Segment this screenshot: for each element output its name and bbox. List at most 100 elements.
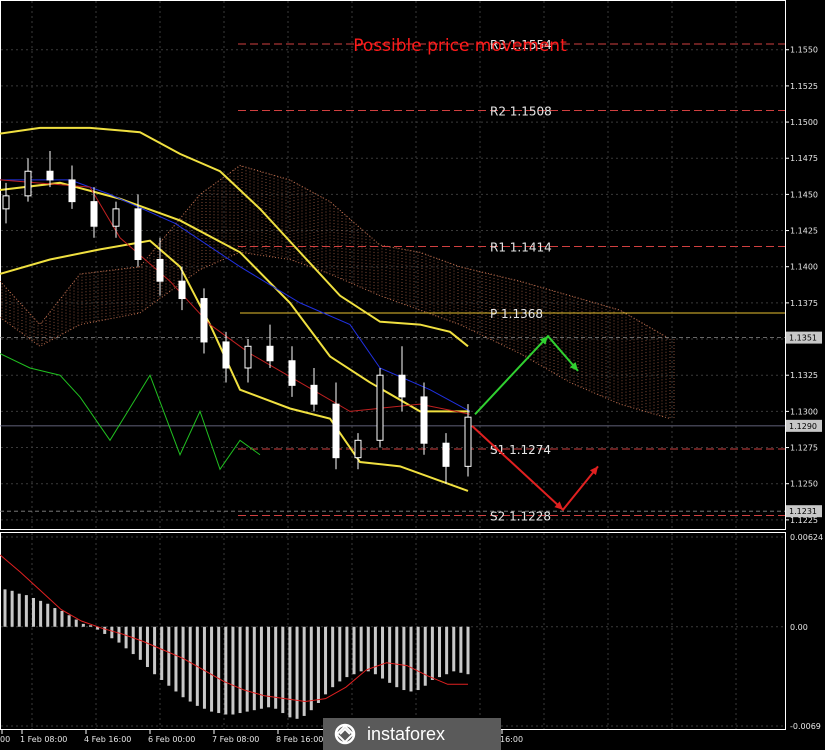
macd-bar [210, 626, 214, 712]
price-tick-label: 1.1500 [790, 118, 818, 127]
macd-bar [324, 626, 328, 695]
macd-bar [245, 626, 249, 712]
macd-bar [452, 626, 456, 672]
price-tick-label: 1.1475 [790, 154, 818, 163]
macd-bar [430, 626, 434, 680]
time-tick-label: 6 Feb 00:00 [148, 735, 195, 744]
macd-bar [131, 626, 135, 655]
macd-bar [274, 626, 278, 709]
price-tick-label: 1.1225 [790, 516, 818, 525]
bollinger-lower-line [0, 239, 469, 492]
price-tag-label: 1.1351 [789, 334, 817, 343]
macd-bar [10, 590, 14, 627]
macd-bar [110, 626, 114, 639]
time-tick-label: 00 [0, 735, 10, 744]
macd-bar [409, 626, 413, 692]
annotation-title: Possible price movement [353, 36, 567, 56]
macd-bar [53, 608, 57, 627]
price-tick-label: 1.1300 [790, 407, 818, 416]
candle-body [222, 341, 230, 369]
macd-bar [46, 603, 50, 627]
grid [0, 0, 786, 730]
candle-body [178, 280, 186, 300]
macd-bar [145, 626, 149, 668]
candlesticks [2, 150, 472, 484]
macd-bar [231, 626, 235, 715]
time-tick-label: 7 Feb 08:00 [212, 735, 259, 744]
cloud-edge [0, 251, 671, 420]
candle-body [200, 298, 208, 343]
price-tick-label: 1.1325 [790, 371, 818, 380]
time-tick-label: 1 Feb 08:00 [20, 735, 67, 744]
watermark-text: instaforex [367, 723, 446, 744]
price-tick-label: 1.1400 [790, 263, 818, 272]
candle-body [134, 208, 142, 260]
forecast-arrows [471, 334, 599, 512]
macd-bar [402, 626, 406, 691]
candle-body [68, 179, 76, 203]
macd-bar [3, 589, 7, 627]
macd-bar [39, 600, 43, 627]
candle-body [420, 396, 428, 444]
macd-bar [252, 626, 256, 711]
candle-body [266, 345, 274, 362]
macd-bar [224, 626, 228, 715]
macd-tick-label: 0.00 [790, 623, 808, 632]
forecast-down-arrow [471, 425, 599, 512]
bollinger-upper-line [0, 126, 469, 348]
macd-bar [138, 626, 142, 660]
macd-tick-label: -0.0069 [790, 722, 821, 731]
macd-bar [466, 626, 470, 675]
candle-body [398, 374, 406, 398]
candle-body [288, 360, 296, 386]
macd-bar [309, 626, 313, 711]
macd-bar [416, 626, 420, 691]
macd-bar [217, 626, 221, 714]
candle-body [156, 258, 164, 282]
candle-body [464, 416, 472, 467]
macd-bar [167, 626, 171, 686]
macd-bar [295, 626, 299, 719]
watermark-badge: instaforex [323, 718, 501, 750]
candle-body [46, 170, 54, 181]
instaforex-logo-icon [334, 723, 356, 745]
candle-body [354, 439, 362, 459]
candle-body [2, 195, 10, 210]
macd-bar [302, 626, 306, 716]
macd-bar [60, 610, 64, 627]
candle-body [376, 374, 384, 441]
price-axis: 1.1550 1.1525 1.1500 1.1475 1.1450 1.1425 1.14… [785, 46, 823, 731]
macd-bar [359, 626, 363, 672]
macd-bar [202, 626, 206, 709]
macd-bar [395, 626, 399, 688]
macd-bar [67, 615, 71, 627]
macd-bar [288, 626, 292, 718]
price-tick-label: 1.1375 [790, 299, 818, 308]
time-tick-label: 4 Feb 16:00 [84, 735, 131, 744]
level-r1-label: R1 1.1414 [490, 240, 552, 254]
candle-body [442, 442, 450, 467]
macd-bar [160, 626, 164, 680]
candle-body [332, 403, 340, 459]
macd-bar [445, 626, 449, 675]
macd-bar [103, 626, 107, 634]
macd-bar [438, 626, 442, 678]
macd-bar [17, 593, 21, 627]
macd-tick-label: 0.00624 [790, 533, 823, 542]
macd-panel [0, 554, 470, 719]
macd-bar [345, 626, 349, 678]
candle-body [112, 208, 120, 227]
macd-bar [331, 626, 335, 688]
macd-bar [259, 626, 263, 709]
macd-bar [117, 626, 121, 643]
macd-bar [281, 626, 285, 714]
chart-window: R3 1.1554 R2 1.1508 R1 1.1414 P 1.1368 S1 1.… [0, 0, 825, 750]
macd-bar [352, 626, 356, 675]
macd-bar [153, 626, 157, 675]
macd-bar [74, 619, 78, 627]
macd-bar [459, 626, 463, 673]
macd-bar [188, 626, 192, 702]
price-tag-label: 1.1231 [789, 507, 817, 516]
price-chart[interactable]: R3 1.1554R2 1.1508R1 1.1414P 1.1368S1 1.… [0, 0, 825, 750]
candle-body [244, 345, 252, 369]
